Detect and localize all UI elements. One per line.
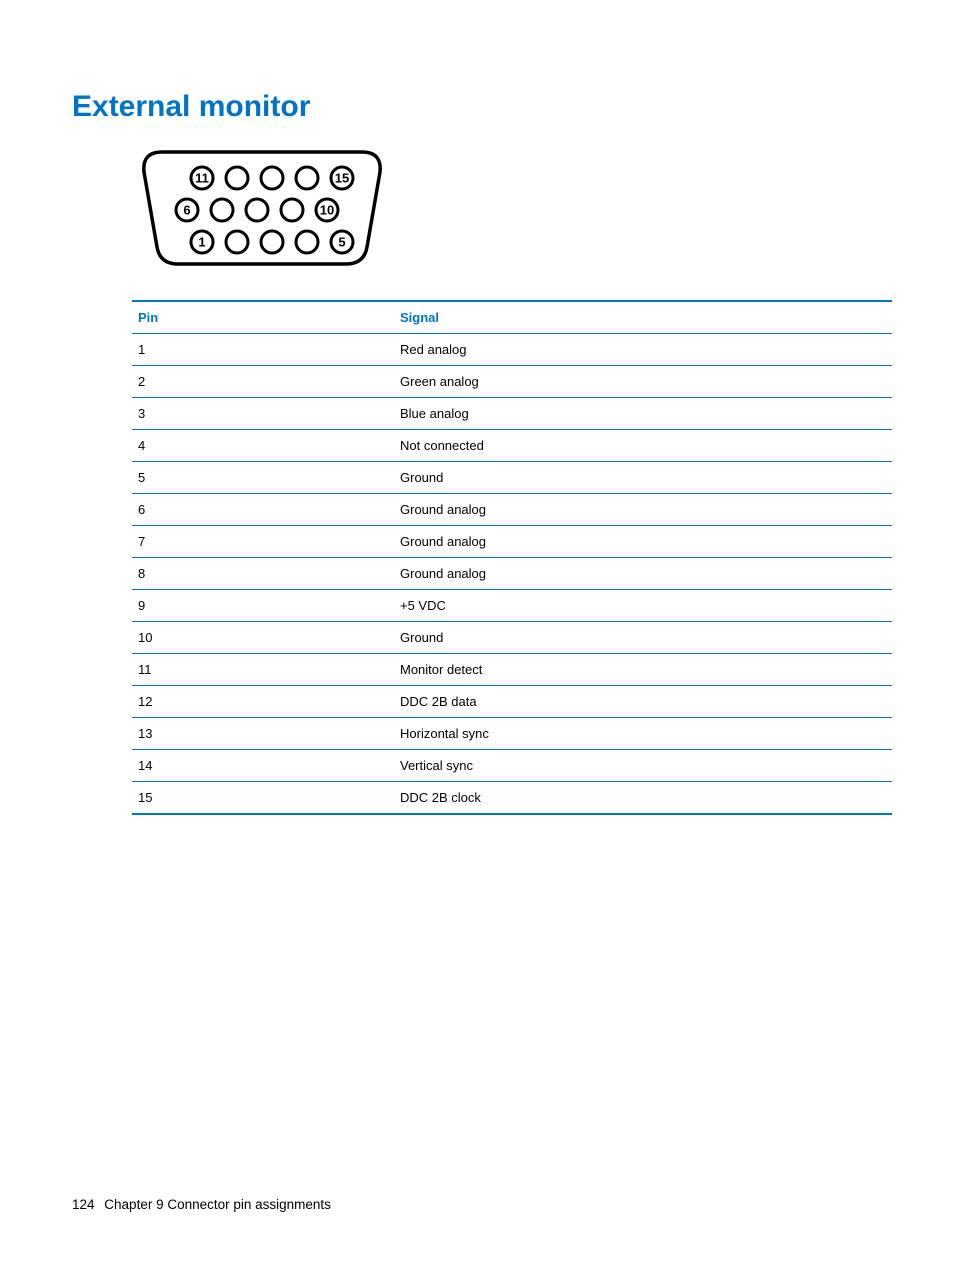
cell-pin: 13 bbox=[132, 718, 394, 750]
cell-signal: Red analog bbox=[394, 334, 892, 366]
pin-label-1: 1 bbox=[198, 235, 205, 250]
chapter-label: Chapter 9 Connector pin assignments bbox=[104, 1197, 331, 1212]
cell-pin: 14 bbox=[132, 750, 394, 782]
table-row: 8Ground analog bbox=[132, 558, 892, 590]
table-row: 2Green analog bbox=[132, 366, 892, 398]
table-row: 13Horizontal sync bbox=[132, 718, 892, 750]
cell-pin: 12 bbox=[132, 686, 394, 718]
cell-pin: 10 bbox=[132, 622, 394, 654]
cell-signal: Ground bbox=[394, 622, 892, 654]
pin-label-6: 6 bbox=[183, 203, 190, 218]
cell-signal: Ground bbox=[394, 462, 892, 494]
header-pin: Pin bbox=[132, 301, 394, 334]
table-row: 14Vertical sync bbox=[132, 750, 892, 782]
cell-signal: Ground analog bbox=[394, 558, 892, 590]
table-row: 9+5 VDC bbox=[132, 590, 892, 622]
table-row: 10Ground bbox=[132, 622, 892, 654]
cell-signal: DDC 2B clock bbox=[394, 782, 892, 815]
page-number: 124 bbox=[72, 1197, 95, 1212]
table-row: 7Ground analog bbox=[132, 526, 892, 558]
cell-signal: Ground analog bbox=[394, 494, 892, 526]
table-row: 3Blue analog bbox=[132, 398, 892, 430]
table-row: 12DDC 2B data bbox=[132, 686, 892, 718]
pin-label-10: 10 bbox=[320, 203, 334, 218]
cell-signal: Blue analog bbox=[394, 398, 892, 430]
cell-signal: Ground analog bbox=[394, 526, 892, 558]
cell-signal: Vertical sync bbox=[394, 750, 892, 782]
cell-pin: 4 bbox=[132, 430, 394, 462]
cell-signal: Green analog bbox=[394, 366, 892, 398]
cell-pin: 2 bbox=[132, 366, 394, 398]
cell-pin: 1 bbox=[132, 334, 394, 366]
cell-pin: 8 bbox=[132, 558, 394, 590]
cell-pin: 3 bbox=[132, 398, 394, 430]
cell-signal: +5 VDC bbox=[394, 590, 892, 622]
vga-connector-icon: 11 15 6 10 1 5 bbox=[132, 142, 392, 272]
table-row: 11Monitor detect bbox=[132, 654, 892, 686]
cell-signal: Horizontal sync bbox=[394, 718, 892, 750]
cell-pin: 9 bbox=[132, 590, 394, 622]
pin-assignment-table: Pin Signal 1Red analog2Green analog3Blue… bbox=[132, 300, 892, 815]
page-footer: 124 Chapter 9 Connector pin assignments bbox=[72, 1197, 331, 1212]
cell-pin: 5 bbox=[132, 462, 394, 494]
table-row: 4Not connected bbox=[132, 430, 892, 462]
table-row: 5Ground bbox=[132, 462, 892, 494]
pin-label-11: 11 bbox=[195, 171, 209, 186]
cell-signal: Not connected bbox=[394, 430, 892, 462]
table-header-row: Pin Signal bbox=[132, 301, 892, 334]
page-title: External monitor bbox=[72, 90, 882, 124]
cell-pin: 7 bbox=[132, 526, 394, 558]
pin-label-5: 5 bbox=[338, 235, 345, 250]
table-row: 1Red analog bbox=[132, 334, 892, 366]
table-row: 15DDC 2B clock bbox=[132, 782, 892, 815]
pin-label-15: 15 bbox=[335, 171, 349, 186]
cell-pin: 6 bbox=[132, 494, 394, 526]
cell-signal: Monitor detect bbox=[394, 654, 892, 686]
connector-diagram: 11 15 6 10 1 5 bbox=[132, 142, 882, 272]
cell-signal: DDC 2B data bbox=[394, 686, 892, 718]
cell-pin: 15 bbox=[132, 782, 394, 815]
header-signal: Signal bbox=[394, 301, 892, 334]
table-row: 6Ground analog bbox=[132, 494, 892, 526]
cell-pin: 11 bbox=[132, 654, 394, 686]
